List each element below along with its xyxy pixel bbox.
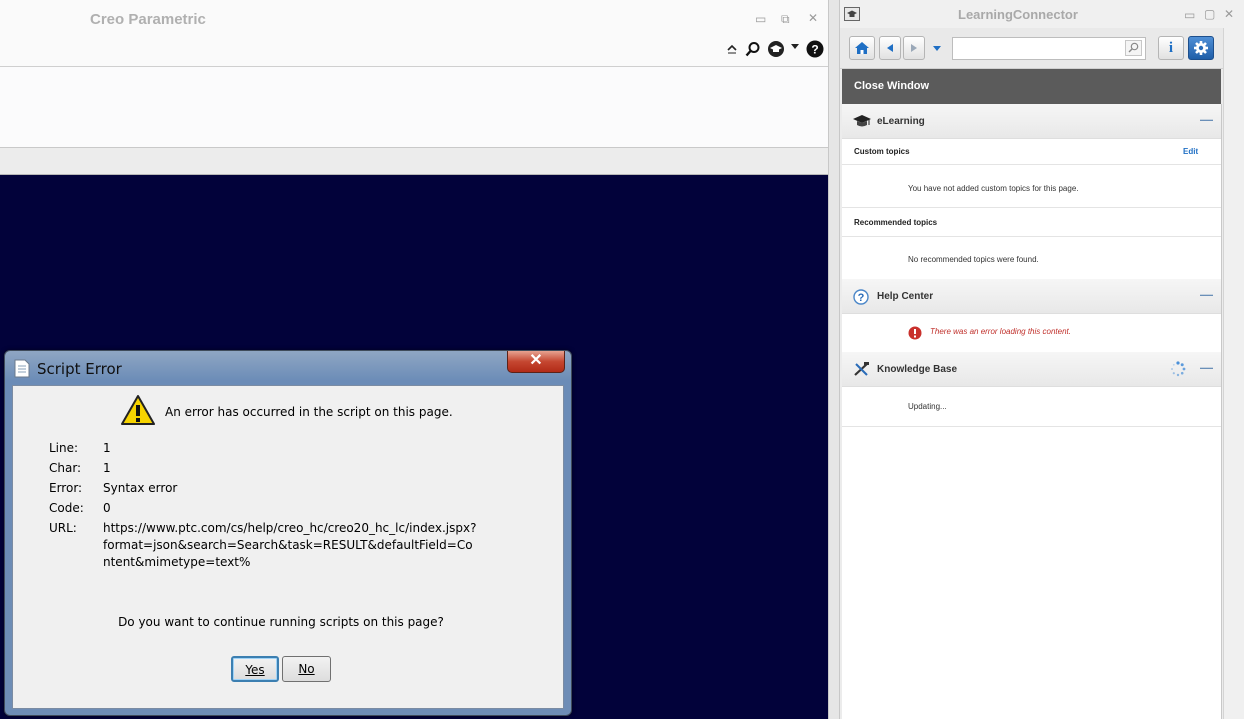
home-button[interactable]: [849, 36, 875, 60]
dialog-close-button[interactable]: ✕: [507, 351, 565, 373]
recommended-topics-label: Recommended topics: [854, 218, 938, 227]
learning-connector-window: LearningConnector ▭ ▢ ✕ i Close Window e…: [840, 0, 1244, 719]
creo-titlebar: Creo Parametric ▭ ⧉ ✕: [0, 0, 828, 38]
learning-connector-icon[interactable]: [767, 40, 785, 58]
info-icon: i: [1168, 39, 1174, 56]
search-icon: [1128, 42, 1139, 53]
lc-scrollbar[interactable]: [1223, 28, 1244, 719]
home-icon: [855, 42, 869, 54]
svg-text:?: ?: [858, 292, 865, 304]
error-value: Syntax error: [103, 481, 178, 495]
continue-question: Do you want to continue running scripts …: [118, 615, 444, 629]
help-icon[interactable]: ?: [806, 40, 824, 58]
no-button-label: No: [298, 662, 315, 676]
back-arrow-icon: [887, 44, 893, 52]
divider: [842, 236, 1221, 237]
chevron-down-icon[interactable]: [791, 44, 799, 50]
creo-title: Creo Parametric: [90, 11, 206, 28]
creo-minimize-button[interactable]: ▭: [755, 12, 766, 26]
creo-restore-button[interactable]: ⧉: [781, 12, 790, 27]
svg-text:?: ?: [811, 43, 818, 57]
divider: [842, 426, 1221, 427]
graduation-cap-icon: [853, 115, 871, 127]
creo-quick-toolbar: ?: [0, 38, 828, 67]
elearning-collapse-button[interactable]: —: [1200, 112, 1213, 127]
info-button[interactable]: i: [1158, 36, 1184, 60]
settings-button[interactable]: [1188, 36, 1214, 60]
search-icon[interactable]: [745, 41, 761, 57]
lc-app-icon: [844, 7, 860, 21]
lc-toolbar: i: [840, 28, 1244, 69]
knowledge-base-title: Knowledge Base: [877, 364, 958, 375]
no-button[interactable]: No: [282, 656, 331, 682]
lc-search-input[interactable]: [952, 37, 1146, 60]
help-center-title: Help Center: [877, 291, 934, 302]
history-dropdown-icon[interactable]: [933, 46, 941, 52]
lc-close-button[interactable]: ✕: [1224, 7, 1234, 21]
creo-ribbon: [0, 67, 828, 148]
error-icon: [908, 326, 922, 340]
back-button[interactable]: [879, 36, 901, 60]
lc-titlebar: LearningConnector ▭ ▢ ✕: [840, 0, 1244, 28]
code-value: 0: [103, 501, 111, 515]
line-value: 1: [103, 441, 111, 455]
edit-custom-topics-link[interactable]: Edit: [1183, 147, 1198, 156]
creo-close-button[interactable]: ✕: [808, 11, 818, 25]
knowledge-base-collapse-button[interactable]: —: [1200, 360, 1213, 375]
knowledge-base-section-header[interactable]: Knowledge Base —: [842, 352, 1221, 387]
close-window-label: Close Window: [854, 80, 930, 92]
yes-button-label: Yes: [245, 663, 265, 677]
yes-button[interactable]: Yes: [231, 656, 279, 682]
forward-arrow-icon: [911, 44, 917, 52]
code-label: Code:: [49, 501, 84, 515]
error-message: An error has occurred in the script on t…: [165, 405, 453, 419]
url-value-line-1: https://www.ptc.com/cs/help/creo_hc/creo…: [103, 521, 477, 535]
elearning-section-header[interactable]: eLearning —: [842, 104, 1221, 139]
lc-title: LearningConnector: [958, 7, 1078, 22]
help-center-collapse-button[interactable]: —: [1200, 287, 1213, 302]
loading-spinner-icon: [1171, 361, 1186, 377]
lc-content: eLearning — Custom topics Edit You have …: [842, 104, 1222, 719]
recommended-topics-message: No recommended topics were found.: [908, 255, 1039, 264]
close-window-bar[interactable]: Close Window: [842, 69, 1221, 104]
custom-topics-message: You have not added custom topics for thi…: [908, 184, 1079, 193]
lc-minimize-button[interactable]: ▭: [1184, 8, 1195, 22]
help-center-section-header[interactable]: ? Help Center —: [842, 279, 1221, 314]
gear-icon: [1194, 41, 1208, 55]
warning-icon: [121, 395, 155, 425]
knowledge-base-icon: [854, 362, 869, 376]
dialog-title: Script Error: [37, 360, 122, 378]
elearning-title: eLearning: [877, 116, 925, 127]
lc-search-button[interactable]: [1125, 40, 1142, 56]
help-circle-icon: ?: [853, 289, 869, 305]
lc-restore-button[interactable]: ▢: [1204, 7, 1215, 21]
divider: [842, 164, 1221, 165]
line-label: Line:: [49, 441, 79, 455]
collapse-ribbon-icon[interactable]: [726, 42, 738, 54]
char-value: 1: [103, 461, 111, 475]
custom-topics-label: Custom topics: [854, 147, 910, 156]
creo-status-strip: [0, 148, 828, 175]
document-icon: [14, 359, 30, 378]
divider: [842, 207, 1221, 208]
dialog-body: An error has occurred in the script on t…: [12, 385, 564, 709]
url-label: URL:: [49, 521, 77, 535]
knowledge-base-status: Updating...: [908, 402, 947, 411]
help-center-error-message: There was an error loading this content.: [930, 327, 1071, 336]
url-value-line-2: format=json&search=Search&task=RESULT&de…: [103, 538, 473, 552]
forward-button[interactable]: [903, 36, 925, 60]
error-label: Error:: [49, 481, 83, 495]
char-label: Char:: [49, 461, 82, 475]
window-splitter[interactable]: [828, 0, 840, 719]
script-error-dialog: Script Error ✕ An error has occurred in …: [4, 350, 572, 716]
url-value-line-3: ntent&mimetype=text%: [103, 555, 251, 569]
